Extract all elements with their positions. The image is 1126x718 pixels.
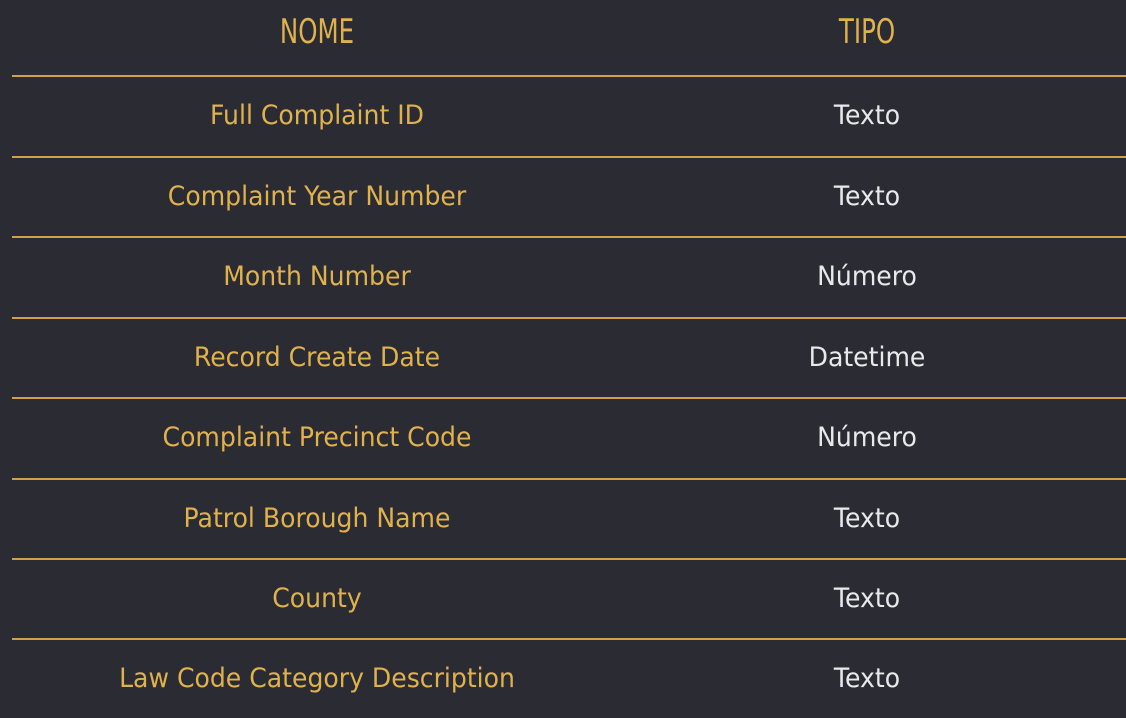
row-field-type: Número bbox=[817, 422, 917, 453]
row-field-type: Datetime bbox=[808, 342, 926, 373]
row-field-name: Month Number bbox=[223, 261, 411, 292]
header-type: TIPO bbox=[838, 12, 896, 52]
row-field-name: Full Complaint ID bbox=[209, 100, 425, 131]
row-field-type: Texto bbox=[833, 181, 901, 212]
table-row: Record Create Date Datetime bbox=[12, 319, 1126, 397]
row-field-name: Law Code Category Description bbox=[119, 663, 515, 694]
table-row: Month Number Número bbox=[12, 238, 1126, 316]
row-field-name: Complaint Year Number bbox=[167, 181, 467, 212]
table-row: Law Code Category Description Texto bbox=[12, 640, 1126, 718]
row-field-name: Patrol Borough Name bbox=[183, 503, 451, 534]
table-row: Complaint Year Number Texto bbox=[12, 158, 1126, 236]
table-row: Full Complaint ID Texto bbox=[12, 77, 1126, 155]
row-field-name: County bbox=[272, 583, 362, 614]
row-field-type: Texto bbox=[833, 100, 901, 131]
row-field-type: Texto bbox=[833, 663, 901, 694]
row-field-type: Texto bbox=[833, 583, 901, 614]
header-name: NOME bbox=[279, 12, 355, 52]
table-row: Patrol Borough Name Texto bbox=[12, 480, 1126, 558]
row-field-name: Complaint Precinct Code bbox=[162, 422, 472, 453]
table-row: Complaint Precinct Code Número bbox=[12, 399, 1126, 477]
field-type-table: NOME TIPO Full Complaint ID Texto Compla… bbox=[12, 0, 1126, 718]
row-field-name: Record Create Date bbox=[193, 342, 441, 373]
table-row: County Texto bbox=[12, 560, 1126, 638]
row-field-type: Texto bbox=[833, 503, 901, 534]
table-header: NOME TIPO bbox=[12, 0, 1126, 76]
row-field-type: Número bbox=[817, 261, 917, 292]
